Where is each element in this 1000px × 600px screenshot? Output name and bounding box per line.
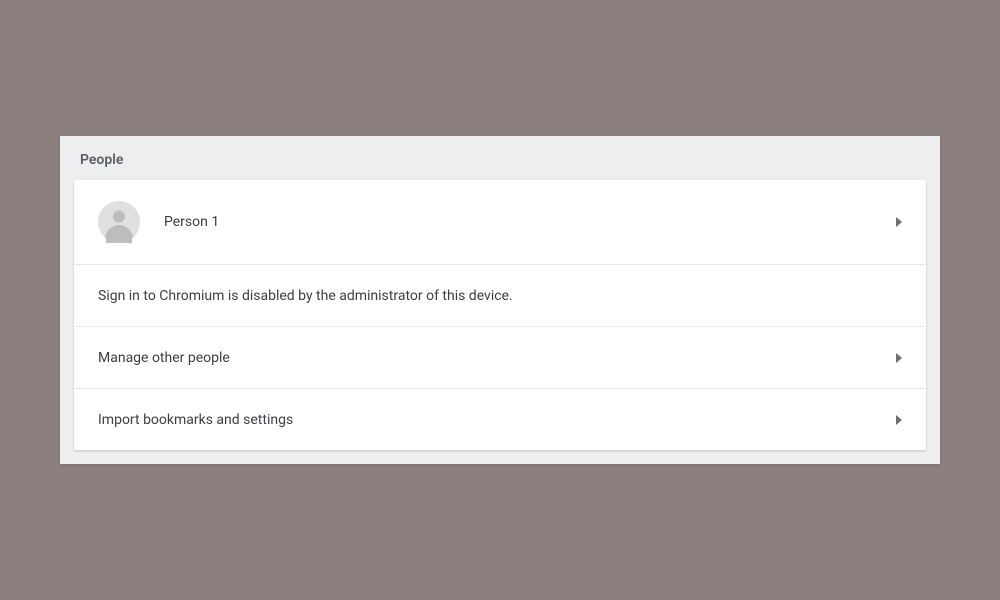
import-bookmarks-row[interactable]: Import bookmarks and settings (74, 388, 926, 450)
chevron-right-icon (896, 353, 902, 363)
manage-people-label: Manage other people (98, 350, 884, 366)
section-title: People (74, 150, 926, 180)
avatar-icon (98, 201, 140, 243)
chevron-right-icon (896, 415, 902, 425)
profile-row[interactable]: Person 1 (74, 180, 926, 264)
people-section: People Person 1 (60, 136, 940, 464)
signin-notice-row: Sign in to Chromium is disabled by the a… (74, 264, 926, 326)
signin-notice-text: Sign in to Chromium is disabled by the a… (98, 288, 513, 304)
profile-name: Person 1 (164, 214, 884, 230)
manage-people-row[interactable]: Manage other people (74, 326, 926, 388)
import-bookmarks-label: Import bookmarks and settings (98, 412, 884, 428)
chevron-right-icon (896, 217, 902, 227)
people-card: Person 1 Sign in to Chromium is disabled… (74, 180, 926, 450)
